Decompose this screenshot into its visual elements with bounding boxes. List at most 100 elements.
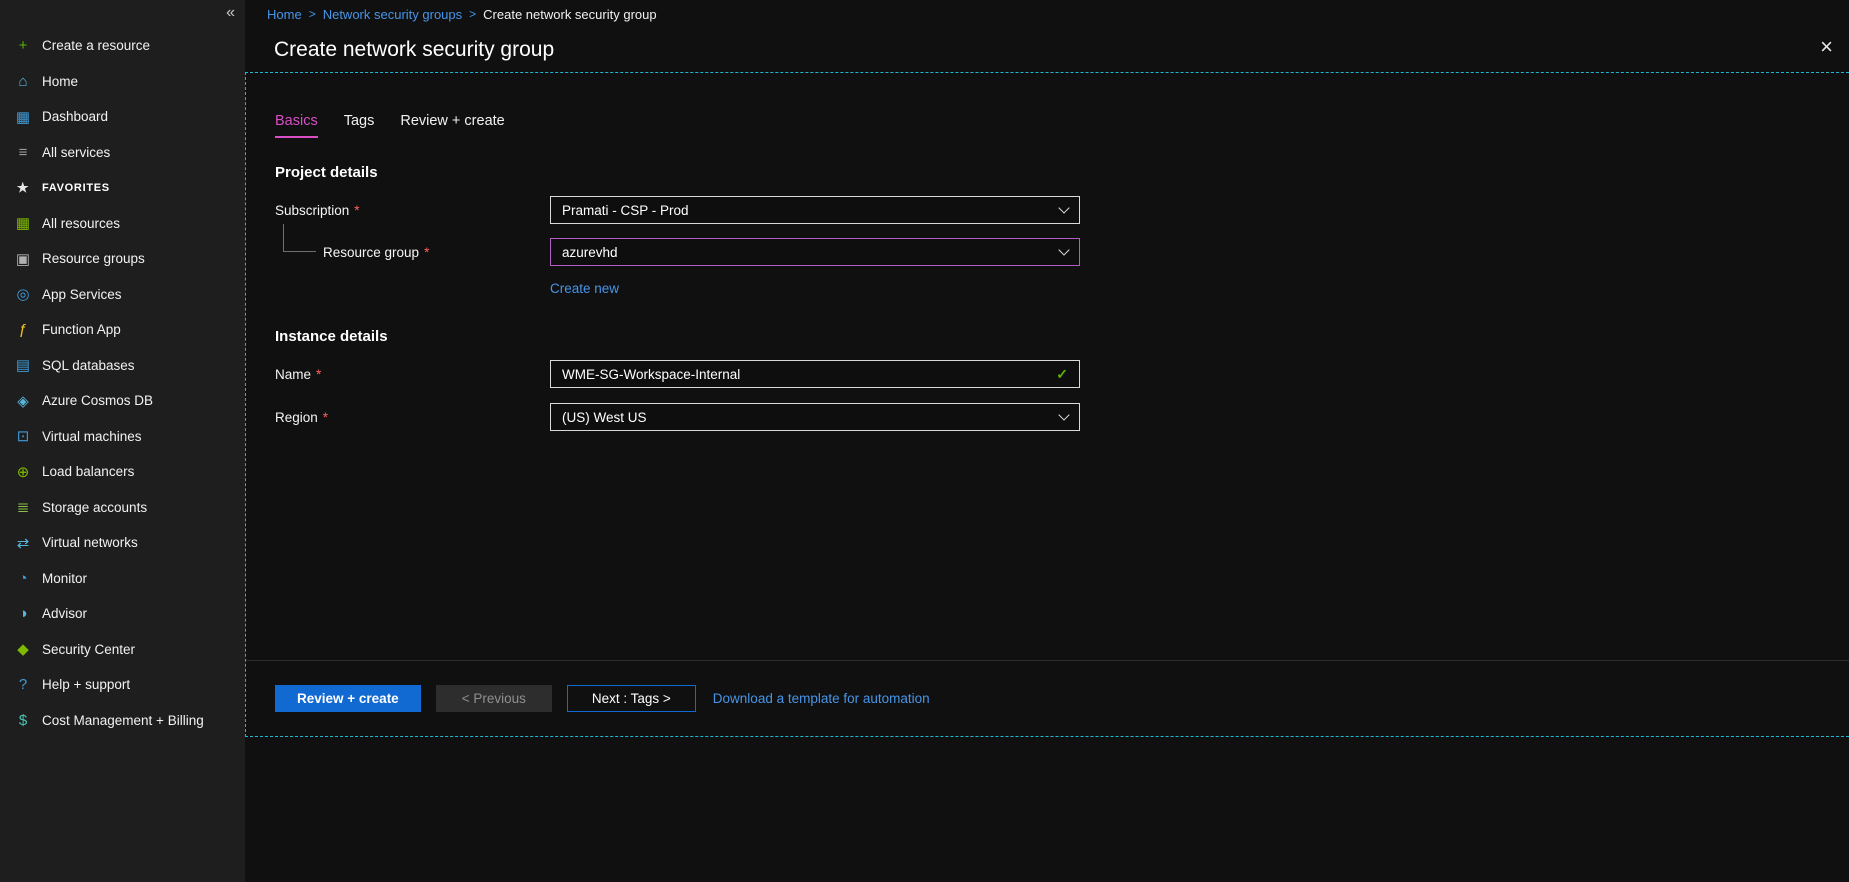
name-field-row: Name * WME-SG-Workspace-Internal ✓ bbox=[275, 360, 1849, 388]
sidebar-item-function-app[interactable]: ƒFunction App bbox=[0, 312, 245, 348]
region-label-text: Region bbox=[275, 410, 318, 425]
subscription-value: Pramati - CSP - Prod bbox=[562, 203, 689, 218]
sidebar-item-security-center[interactable]: ◆ Security Center bbox=[0, 632, 245, 668]
all-services-icon: ≡ bbox=[13, 144, 33, 161]
page-title: Create network security group bbox=[274, 38, 554, 62]
sidebar-item-sql-databases[interactable]: ▤ SQL databases bbox=[0, 348, 245, 384]
cost-management-icon: $ bbox=[13, 712, 33, 729]
resource-group-dropdown[interactable]: azurevhd bbox=[550, 238, 1080, 266]
download-template-link[interactable]: Download a template for automation bbox=[713, 691, 930, 706]
sidebar-item-help-support[interactable]: ?Help + support bbox=[0, 667, 245, 703]
name-label-text: Name bbox=[275, 367, 311, 382]
sidebar-item-azure-cosmos-db[interactable]: ◈ Azure Cosmos DB bbox=[0, 383, 245, 419]
region-value: (US) West US bbox=[562, 410, 647, 425]
sidebar-item-label: Azure Cosmos DB bbox=[42, 393, 153, 408]
sidebar-item-label: Storage accounts bbox=[42, 500, 147, 515]
sidebar-item-label: Help + support bbox=[42, 677, 130, 692]
required-asterisk: * bbox=[354, 203, 359, 218]
name-value: WME-SG-Workspace-Internal bbox=[562, 367, 740, 382]
virtual-machines-icon: ⊡ bbox=[13, 427, 33, 445]
sidebar-item-label: Resource groups bbox=[42, 251, 145, 266]
region-label: Region * bbox=[275, 403, 550, 431]
sidebar-item-label: Create a resource bbox=[42, 38, 150, 53]
cosmos-db-icon: ◈ bbox=[13, 392, 33, 410]
storage-accounts-icon: ≣ bbox=[13, 498, 33, 516]
sql-databases-icon: ▤ bbox=[13, 356, 33, 374]
wizard-footer: Review + create < Previous Next : Tags >… bbox=[246, 660, 1849, 736]
name-input[interactable]: WME-SG-Workspace-Internal ✓ bbox=[550, 360, 1080, 388]
collapse-sidebar-button[interactable]: « bbox=[226, 4, 235, 22]
sidebar-item-label: Cost Management + Billing bbox=[42, 713, 204, 728]
title-bar: Create network security group × bbox=[245, 28, 1849, 72]
sidebar-item-all-services[interactable]: ≡ All services bbox=[0, 135, 245, 171]
sidebar-item-create-a-resource[interactable]: + Create a resource bbox=[0, 28, 245, 64]
required-asterisk: * bbox=[424, 245, 429, 260]
sidebar-item-resource-groups[interactable]: ▣ Resource groups bbox=[0, 241, 245, 277]
sidebar-item-label: Monitor bbox=[42, 571, 87, 586]
load-balancers-icon: ⊕ bbox=[13, 463, 33, 481]
create-new-link[interactable]: Create new bbox=[550, 281, 619, 296]
sidebar-item-cost-management-billing[interactable]: $ Cost Management + Billing bbox=[0, 703, 245, 739]
sidebar-item-virtual-networks[interactable]: ⇄ Virtual networks bbox=[0, 525, 245, 561]
tab-tags[interactable]: Tags bbox=[344, 113, 375, 138]
previous-button[interactable]: < Previous bbox=[436, 685, 552, 712]
sidebar-item-label: Security Center bbox=[42, 642, 135, 657]
resource-group-value: azurevhd bbox=[562, 245, 618, 260]
chevron-down-icon bbox=[1058, 244, 1069, 255]
region-dropdown[interactable]: (US) West US bbox=[550, 403, 1080, 431]
instance-details-heading: Instance details bbox=[275, 328, 1849, 345]
star-icon: ★ bbox=[13, 180, 33, 196]
all-resources-grid-icon: ▦ bbox=[13, 214, 33, 232]
sidebar-item-all-resources[interactable]: ▦ All resources bbox=[0, 206, 245, 242]
next-tags-button[interactable]: Next : Tags > bbox=[567, 685, 696, 712]
plus-icon: + bbox=[13, 37, 33, 54]
sidebar-item-label: SQL databases bbox=[42, 358, 135, 373]
sidebar-item-label: All services bbox=[42, 145, 110, 160]
tab-bar: Basics Tags Review + create bbox=[275, 113, 1849, 138]
sidebar-item-label: Advisor bbox=[42, 606, 87, 621]
valid-check-icon: ✓ bbox=[1056, 366, 1068, 383]
sidebar-item-storage-accounts[interactable]: ≣ Storage accounts bbox=[0, 490, 245, 526]
sidebar-item-virtual-machines[interactable]: ⊡ Virtual machines bbox=[0, 419, 245, 455]
required-asterisk: * bbox=[323, 410, 328, 425]
sidebar-item-label: All resources bbox=[42, 216, 120, 231]
virtual-networks-icon: ⇄ bbox=[13, 534, 33, 552]
azure-portal: « + Create a resource ⌂ Home ▦Dashboard ≡ All … bbox=[0, 0, 1849, 882]
tab-basics[interactable]: Basics bbox=[275, 113, 318, 138]
sidebar-items: + Create a resource ⌂ Home ▦Dashboard ≡ All se… bbox=[0, 28, 245, 738]
sidebar-item-label: Home bbox=[42, 74, 78, 89]
breadcrumb-separator-icon: > bbox=[469, 7, 476, 21]
shield-icon: ◆ bbox=[13, 640, 33, 658]
tab-review-create[interactable]: Review + create bbox=[400, 113, 504, 138]
subscription-field-row: Subscription * Pramati - CSP - Prod bbox=[275, 196, 1849, 224]
resource-group-field-row: Resource group * azurevhd bbox=[275, 238, 1849, 266]
function-app-icon: ƒ bbox=[13, 321, 33, 338]
sidebar-item-home[interactable]: ⌂ Home bbox=[0, 64, 245, 100]
sidebar-item-label: Virtual networks bbox=[42, 535, 138, 550]
indent-connector-line bbox=[283, 224, 316, 252]
breadcrumb-home-link[interactable]: Home bbox=[267, 7, 302, 22]
breadcrumb-current-page: Create network security group bbox=[483, 7, 656, 22]
review-create-button[interactable]: Review + create bbox=[275, 685, 421, 712]
sidebar-item-label: Virtual machines bbox=[42, 429, 142, 444]
resource-group-label-text: Resource group bbox=[323, 245, 419, 260]
dashboard-icon: ▦ bbox=[13, 108, 33, 126]
panel-body: Basics Tags Review + create Project deta… bbox=[246, 73, 1849, 431]
sidebar-item-advisor[interactable]: ◑ Advisor bbox=[0, 596, 245, 632]
breadcrumb-network-security-groups-link[interactable]: Network security groups bbox=[323, 7, 462, 22]
sidebar-section-favorites: ★ FAVORITES bbox=[0, 170, 245, 206]
breadcrumb: Home > Network security groups > Create … bbox=[245, 0, 1849, 28]
project-details-heading: Project details bbox=[275, 164, 1849, 181]
create-nsg-panel: Basics Tags Review + create Project deta… bbox=[245, 72, 1849, 737]
home-icon: ⌂ bbox=[13, 73, 33, 90]
sidebar-item-dashboard[interactable]: ▦Dashboard bbox=[0, 99, 245, 135]
sidebar-item-monitor[interactable]: ◔Monitor bbox=[0, 561, 245, 597]
sidebar-item-label: FAVORITES bbox=[42, 182, 110, 194]
sidebar-item-load-balancers[interactable]: ⊕Load balancers bbox=[0, 454, 245, 490]
close-icon[interactable]: × bbox=[1820, 36, 1833, 58]
advisor-icon: ◑ bbox=[13, 605, 33, 622]
resource-groups-icon: ▣ bbox=[13, 250, 33, 268]
subscription-dropdown[interactable]: Pramati - CSP - Prod bbox=[550, 196, 1080, 224]
chevron-down-icon bbox=[1058, 202, 1069, 213]
sidebar-item-app-services[interactable]: ◎App Services bbox=[0, 277, 245, 313]
